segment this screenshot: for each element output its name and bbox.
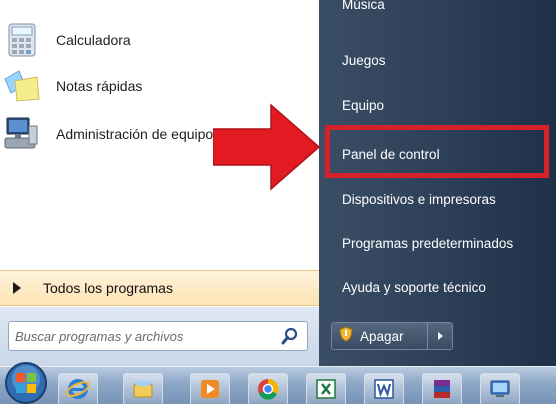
- chevron-right-icon: [438, 332, 443, 340]
- chrome-icon: [258, 378, 279, 400]
- taskbar-button-word[interactable]: [364, 373, 404, 404]
- media-player-icon: [201, 380, 219, 398]
- internet-explorer-icon: [66, 379, 90, 399]
- remote-desktop-icon: [490, 380, 510, 397]
- program-item-sticky-notes[interactable]: Notas rápidas: [0, 66, 142, 106]
- menu-item-games[interactable]: Juegos: [332, 43, 550, 77]
- menu-item-computer[interactable]: Equipo: [332, 88, 550, 122]
- taskbar-button-chrome[interactable]: [248, 373, 288, 404]
- taskbar-button-media-player[interactable]: [190, 373, 230, 404]
- red-arrow-icon: [213, 103, 321, 191]
- shutdown-button-group: Apagar: [331, 322, 453, 350]
- menu-item-music[interactable]: Música: [332, 0, 550, 21]
- sticky-notes-icon: [0, 66, 44, 106]
- taskbar-button-ie[interactable]: [58, 373, 98, 404]
- highlight-box: [325, 125, 549, 178]
- search-box[interactable]: [8, 321, 308, 351]
- excel-icon: [316, 379, 336, 399]
- computer-management-icon: [0, 114, 44, 154]
- program-label: Calculadora: [56, 32, 131, 48]
- shield-icon: [338, 325, 354, 347]
- start-menu-right-pane: Música Juegos Equipo Panel de control Di…: [319, 0, 556, 366]
- search-icon[interactable]: [281, 327, 299, 345]
- taskbar-button-excel[interactable]: [306, 373, 346, 404]
- program-item-computer-management[interactable]: Administración de equipo: [0, 114, 213, 154]
- program-label: Administración de equipo: [56, 126, 214, 142]
- search-area: [0, 307, 319, 366]
- program-item-calculator[interactable]: Calculadora: [0, 20, 131, 60]
- shutdown-options-button[interactable]: [428, 323, 452, 349]
- calculator-icon: [0, 20, 44, 60]
- taskbar-button-explorer[interactable]: [123, 373, 163, 404]
- triangle-right-icon: [13, 282, 21, 294]
- menu-item-devices-printers[interactable]: Dispositivos e impresoras: [332, 182, 550, 216]
- winrar-icon: [434, 380, 450, 398]
- search-input[interactable]: [15, 326, 275, 346]
- word-icon: [374, 379, 394, 399]
- shutdown-button[interactable]: Apagar: [332, 323, 428, 349]
- all-programs-label: Todos los programas: [43, 280, 173, 296]
- menu-item-default-programs[interactable]: Programas predeterminados: [332, 226, 550, 260]
- file-explorer-icon: [133, 381, 153, 398]
- taskbar-button-winrar[interactable]: [422, 373, 462, 404]
- start-button[interactable]: [4, 361, 48, 404]
- shutdown-label: Apagar: [360, 328, 404, 344]
- taskbar-button-remote-desktop[interactable]: [480, 373, 520, 404]
- program-label: Notas rápidas: [56, 78, 143, 94]
- taskbar: [0, 362, 556, 404]
- menu-item-help-support[interactable]: Ayuda y soporte técnico: [332, 270, 550, 304]
- all-programs-button[interactable]: Todos los programas: [0, 270, 319, 306]
